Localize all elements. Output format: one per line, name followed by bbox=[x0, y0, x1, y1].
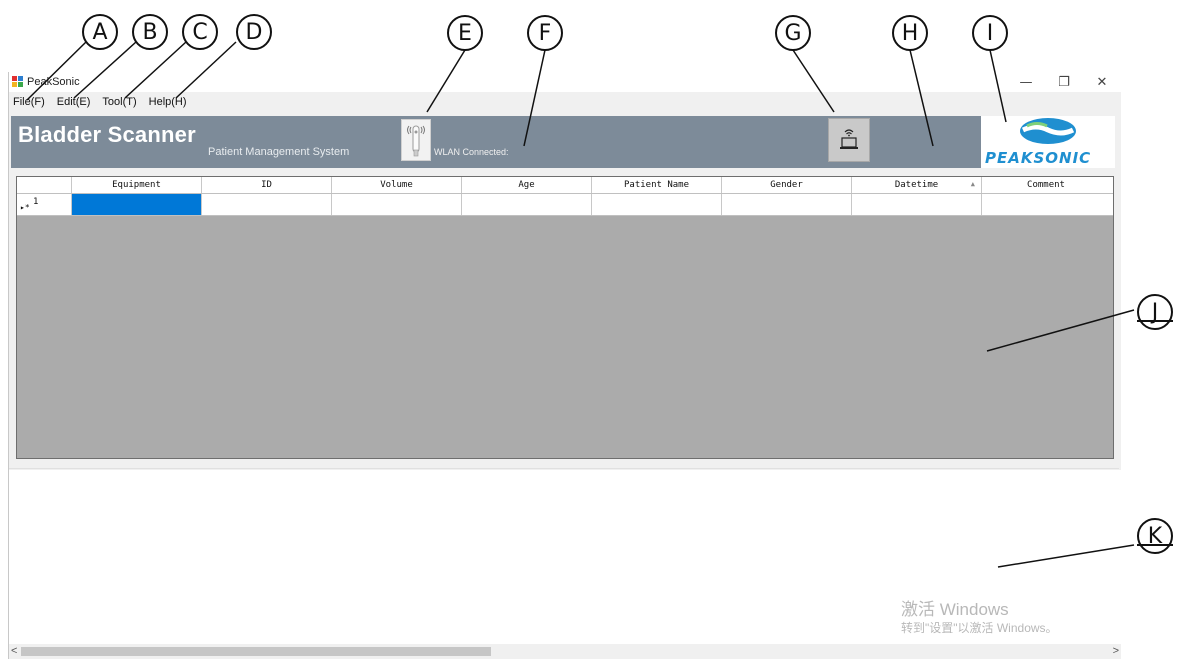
horizontal-scrollbar[interactable]: < > bbox=[9, 644, 1121, 659]
cell-id[interactable] bbox=[202, 194, 332, 215]
row-number: 1 bbox=[33, 197, 39, 207]
brand-subtitle: Patient Management System bbox=[208, 146, 350, 158]
maximize-button[interactable]: ❐ bbox=[1045, 72, 1083, 92]
callout-d: D bbox=[236, 14, 272, 50]
cell-comment[interactable] bbox=[982, 194, 1110, 215]
window-title: PeakSonic bbox=[27, 76, 80, 88]
callout-f: F bbox=[527, 15, 563, 51]
scroll-left-icon[interactable]: < bbox=[11, 645, 17, 657]
callout-j: J bbox=[1137, 294, 1173, 330]
wifi-laptop-icon bbox=[840, 129, 858, 149]
header-banner: Bladder Scanner Patient Management Syste… bbox=[11, 116, 1115, 168]
logo-text: PEAKSONIC bbox=[985, 149, 1092, 167]
cell-equipment[interactable] bbox=[72, 194, 202, 215]
row-header[interactable]: ▸* 1 bbox=[17, 194, 72, 215]
scroll-right-icon[interactable]: > bbox=[1113, 645, 1119, 657]
callout-e: E bbox=[447, 15, 483, 51]
callout-c: C bbox=[182, 14, 218, 50]
callout-a: A bbox=[82, 14, 118, 50]
callout-b: B bbox=[132, 14, 168, 50]
cell-age[interactable] bbox=[462, 194, 592, 215]
logo-mark-icon bbox=[1020, 118, 1076, 144]
scrollbar-thumb[interactable] bbox=[21, 647, 491, 656]
brand-title: Bladder Scanner bbox=[18, 122, 196, 147]
splitter[interactable] bbox=[9, 468, 1119, 469]
callout-h: H bbox=[892, 15, 928, 51]
peaksonic-logo: PEAKSONIC bbox=[981, 116, 1115, 168]
column-header-gender[interactable]: Gender bbox=[722, 177, 852, 193]
minimize-button[interactable]: — bbox=[1007, 72, 1045, 92]
app-icon bbox=[12, 76, 24, 88]
column-header-comment[interactable]: Comment bbox=[982, 177, 1110, 193]
menu-file[interactable]: File(F) bbox=[9, 92, 51, 112]
new-row-marker-icon: ▸* bbox=[20, 203, 30, 212]
menu-help[interactable]: Help(H) bbox=[143, 92, 193, 112]
menu-edit[interactable]: Edit(E) bbox=[51, 92, 97, 112]
close-button[interactable]: ✕ bbox=[1083, 72, 1121, 92]
wlan-status: WLAN Connected: bbox=[434, 147, 509, 157]
column-header-id[interactable]: ID bbox=[202, 177, 332, 193]
probe-signal-icon bbox=[407, 125, 425, 157]
cell-volume[interactable] bbox=[332, 194, 462, 215]
column-header-age[interactable]: Age bbox=[462, 177, 592, 193]
window-controls: — ❐ ✕ bbox=[1007, 72, 1121, 92]
column-header-volume[interactable]: Volume bbox=[332, 177, 462, 193]
sort-ascending-icon: ▲ bbox=[970, 180, 975, 188]
callout-i: I bbox=[972, 15, 1008, 51]
cell-patient-name[interactable] bbox=[592, 194, 722, 215]
cell-gender[interactable] bbox=[722, 194, 852, 215]
activation-watermark-hint: 转到"设置"以激活 Windows。 bbox=[901, 621, 1058, 635]
datetime-label: Datetime bbox=[894, 180, 939, 190]
row-header-corner bbox=[17, 177, 72, 193]
annotated-screenshot: PeakSonic — ❐ ✕ File(F) Edit(E) Tool(T) … bbox=[0, 0, 1193, 659]
probe-status-icon[interactable] bbox=[401, 119, 431, 161]
app-window: PeakSonic — ❐ ✕ File(F) Edit(E) Tool(T) … bbox=[8, 72, 1121, 659]
cell-datetime[interactable] bbox=[852, 194, 982, 215]
activation-watermark-title: 激活 Windows bbox=[901, 600, 1009, 619]
menu-bar: File(F) Edit(E) Tool(T) Help(H) bbox=[9, 92, 1121, 112]
title-bar: PeakSonic — ❐ ✕ bbox=[9, 72, 1121, 92]
callout-k: K bbox=[1137, 518, 1173, 554]
patient-data-grid[interactable]: Equipment ID Volume Age Patient Name Gen… bbox=[16, 176, 1114, 459]
column-header-equipment[interactable]: Equipment bbox=[72, 177, 202, 193]
column-header-datetime[interactable]: Datetime ▲ bbox=[852, 177, 982, 193]
callout-g: G bbox=[775, 15, 811, 51]
menu-tool[interactable]: Tool(T) bbox=[96, 92, 142, 112]
column-header-patient-name[interactable]: Patient Name bbox=[592, 177, 722, 193]
device-connect-button[interactable] bbox=[828, 118, 870, 162]
table-row[interactable]: ▸* 1 bbox=[17, 194, 1113, 216]
grid-header: Equipment ID Volume Age Patient Name Gen… bbox=[17, 177, 1113, 194]
